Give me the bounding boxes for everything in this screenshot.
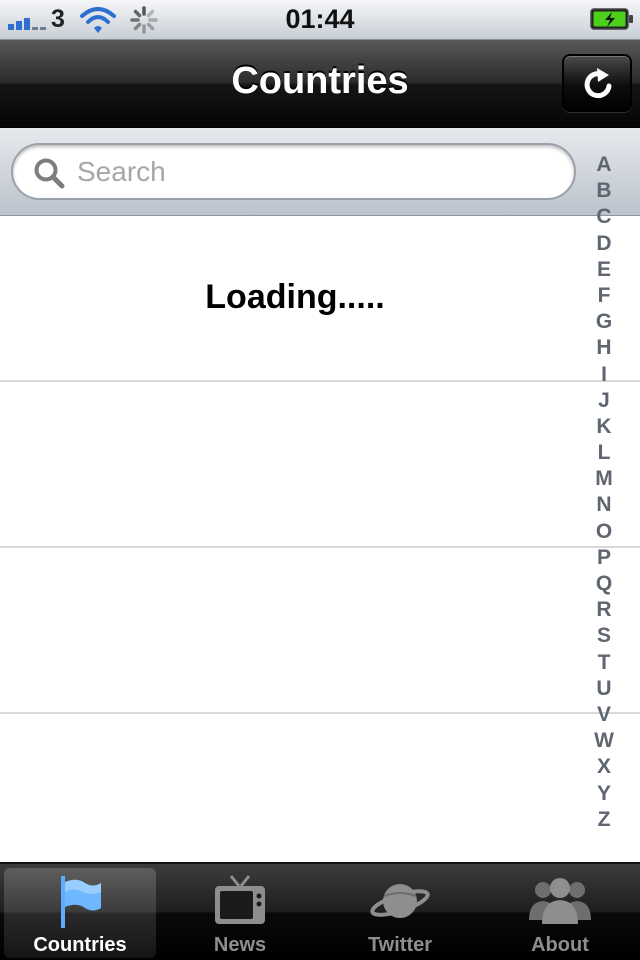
table-row xyxy=(0,382,640,548)
index-letter[interactable]: T xyxy=(584,650,624,676)
navigation-bar: Countries xyxy=(0,40,640,128)
table-row xyxy=(0,714,640,862)
tab-label: Twitter xyxy=(367,934,433,956)
tab-about[interactable]: About xyxy=(484,868,636,958)
index-letter[interactable]: F xyxy=(584,283,624,309)
index-letter[interactable]: M xyxy=(584,466,624,492)
status-bar: 3 01:44 xyxy=(0,0,640,40)
refresh-button[interactable] xyxy=(562,54,632,112)
people-icon xyxy=(529,878,591,924)
index-letter[interactable]: U xyxy=(584,676,624,702)
index-letter[interactable]: W xyxy=(584,728,624,754)
index-letter[interactable]: G xyxy=(584,309,624,335)
loading-label: Loading..... xyxy=(205,278,385,316)
index-letter[interactable]: D xyxy=(584,231,624,257)
index-letter[interactable]: J xyxy=(584,388,624,414)
tab-label: About xyxy=(531,934,589,956)
index-letter[interactable]: I xyxy=(584,362,624,388)
index-letter[interactable]: H xyxy=(584,335,624,361)
index-letter[interactable]: P xyxy=(584,545,624,571)
index-letter[interactable]: E xyxy=(584,257,624,283)
tab-label: News xyxy=(213,934,267,956)
table-row xyxy=(0,548,640,714)
battery-icon xyxy=(590,8,633,30)
search-input[interactable] xyxy=(75,151,555,193)
index-letter[interactable]: Q xyxy=(584,571,624,597)
tab-news[interactable]: News xyxy=(164,868,316,958)
index-letter[interactable]: O xyxy=(584,519,624,545)
index-letter[interactable]: C xyxy=(584,204,624,230)
index-letter[interactable]: N xyxy=(584,492,624,518)
index-letter[interactable]: B xyxy=(584,178,624,204)
index-letter[interactable]: R xyxy=(584,597,624,623)
index-letter[interactable]: L xyxy=(584,440,624,466)
tab-label: Countries xyxy=(33,934,127,956)
index-letter[interactable]: X xyxy=(584,754,624,780)
page-title: Countries xyxy=(231,60,409,102)
tab-twitter[interactable]: Twitter xyxy=(324,868,476,958)
refresh-icon xyxy=(584,68,612,99)
index-letter[interactable]: K xyxy=(584,414,624,440)
tab-countries[interactable]: Countries xyxy=(4,868,156,958)
index-letter[interactable]: S xyxy=(584,623,624,649)
flag-icon xyxy=(61,876,101,928)
search-bar xyxy=(0,128,640,216)
index-letter[interactable]: A xyxy=(584,152,624,178)
index-letter[interactable]: Y xyxy=(584,781,624,807)
tab-bar: Countries News Twitter About xyxy=(0,862,640,960)
search-field[interactable] xyxy=(11,143,576,200)
countries-table[interactable]: Loading..... xyxy=(0,216,640,862)
status-time: 01:44 xyxy=(285,4,355,34)
table-row: Loading..... xyxy=(0,216,640,382)
planet-icon xyxy=(370,884,430,918)
index-letter[interactable]: V xyxy=(584,702,624,728)
section-index[interactable]: ABCDEFGHIJKLMNOPQRSTUVWXYZ xyxy=(584,152,624,833)
tv-icon xyxy=(215,875,265,924)
search-icon xyxy=(34,158,65,189)
index-letter[interactable]: Z xyxy=(584,807,624,833)
